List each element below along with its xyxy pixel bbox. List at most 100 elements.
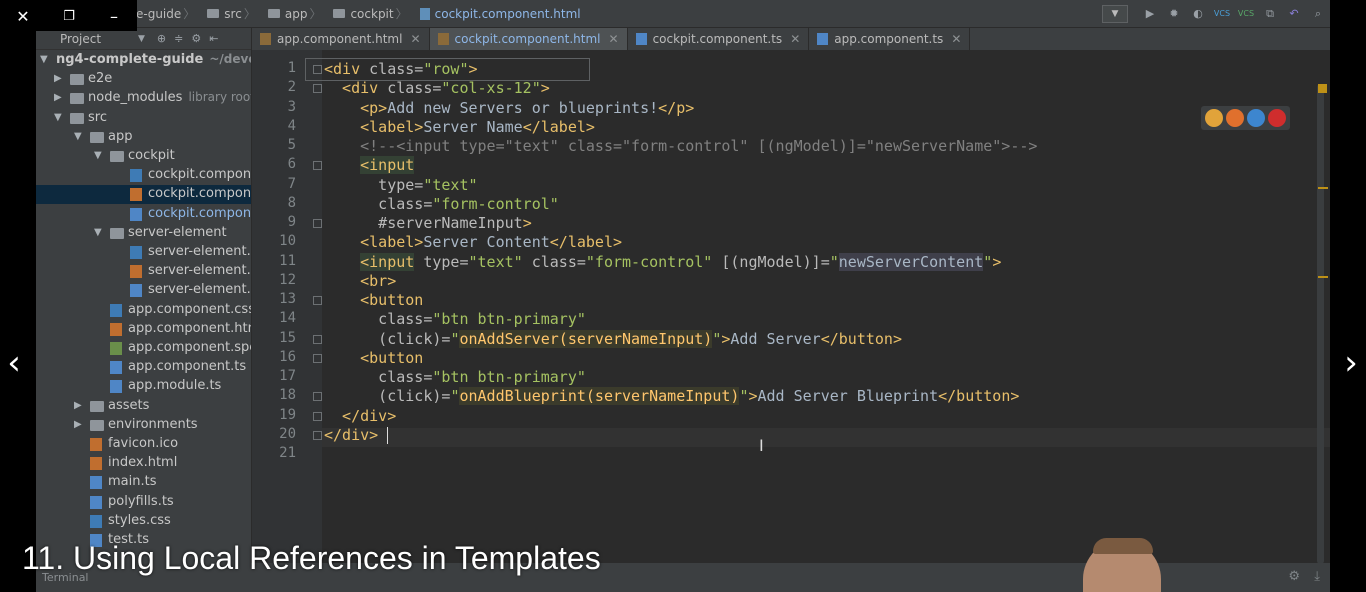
chevron-right-icon[interactable]: ▶ <box>74 400 82 411</box>
code-token: <div <box>324 60 361 78</box>
chevron-down-icon[interactable]: ▼ <box>54 112 62 123</box>
editor-scrollbar[interactable] <box>1317 84 1324 564</box>
fold-marker-icon[interactable] <box>313 84 322 94</box>
scroll-from-source-icon[interactable]: ⊕ <box>157 32 166 45</box>
tree-file[interactable]: cockpit.compone <box>36 205 251 224</box>
tree-folder[interactable]: ▶ assets <box>36 397 251 416</box>
tree-file[interactable]: app.component.css <box>36 301 251 320</box>
inspection-status-icon[interactable] <box>1318 84 1327 93</box>
fold-marker-icon[interactable] <box>313 334 322 344</box>
tree-file[interactable]: index.html <box>36 454 251 473</box>
opera-icon[interactable] <box>1268 109 1286 127</box>
code-token: onAddBlueprint(serverNameInput) <box>459 387 740 406</box>
css-file-icon <box>110 303 122 317</box>
tree-file[interactable]: app.component.htm <box>36 320 251 339</box>
tree-file[interactable]: server-element.c <box>36 262 251 281</box>
fold-marker-icon[interactable] <box>313 411 322 421</box>
search-everywhere-icon[interactable]: ⌕ <box>1309 5 1327 23</box>
collapse-all-icon[interactable]: ≑ <box>174 32 183 45</box>
tree-folder[interactable]: ▶ node_modules library root <box>36 89 251 108</box>
tree-item-label: environments <box>108 416 198 432</box>
firefox-icon[interactable] <box>1226 109 1244 127</box>
close-tab-icon[interactable]: ✕ <box>951 32 961 46</box>
revert-icon[interactable]: ↶ <box>1285 5 1303 23</box>
chevron-down-icon[interactable]: ▼ <box>74 131 82 142</box>
code-line: <label>Server Name</label> <box>324 118 595 137</box>
video-caption: 11. Using Local References in Templates <box>22 540 601 576</box>
folder-icon <box>110 227 124 239</box>
safari-icon[interactable] <box>1247 109 1265 127</box>
tree-folder[interactable]: ▼ src <box>36 109 251 128</box>
breadcrumb-item[interactable]: cockpit 〉 <box>333 5 413 22</box>
vcs-commit-icon[interactable]: VCS <box>1237 5 1255 23</box>
tree-file[interactable]: app.component.spe <box>36 339 251 358</box>
tree-file[interactable]: app.component.ts <box>36 358 251 377</box>
minimize-icon[interactable]: – <box>104 6 124 26</box>
breadcrumb-item[interactable]: src 〉 <box>207 5 262 22</box>
fold-marker-icon[interactable] <box>313 430 322 440</box>
next-arrow-icon[interactable]: › <box>1340 346 1362 380</box>
tree-file[interactable]: server-element.c <box>36 243 251 262</box>
tree-file[interactable]: favicon.ico <box>36 435 251 454</box>
ts-file-icon <box>130 284 142 298</box>
fold-marker-icon[interactable] <box>313 296 322 305</box>
code-token: <!--<input type="text" class="form-contr… <box>324 137 1038 155</box>
tree-file[interactable]: app.module.ts <box>36 377 251 396</box>
close-tab-icon[interactable]: ✕ <box>609 32 619 46</box>
tree-file[interactable]: server-element.c <box>36 281 251 300</box>
chevron-down-icon[interactable]: ▼ <box>94 227 102 238</box>
error-stripe-mark <box>1318 276 1328 278</box>
editor-tab[interactable]: app.component.html ✕ <box>252 28 430 50</box>
tree-item-text: styles.css <box>108 513 171 528</box>
tree-file[interactable]: cockpit.compone <box>36 185 251 205</box>
editor-tab[interactable]: app.component.ts ✕ <box>809 28 971 50</box>
close-tab-icon[interactable]: ✕ <box>790 32 800 46</box>
chevron-right-icon[interactable]: ▶ <box>54 92 62 103</box>
editor-tab[interactable]: cockpit.component.ts ✕ <box>628 28 810 50</box>
tree-folder[interactable]: ▼ app <box>36 128 251 147</box>
tree-folder[interactable]: ▶ environments <box>36 416 251 435</box>
run-icon[interactable]: ▶ <box>1141 5 1159 23</box>
tree-folder[interactable]: ▼ ng4-complete-guide ~/deve <box>36 51 251 70</box>
tree-item-label: server-element.c <box>148 282 251 298</box>
fold-marker-icon[interactable] <box>313 161 322 171</box>
code-token: "text" <box>423 175 478 194</box>
close-icon[interactable]: ✕ <box>13 6 33 26</box>
chevron-down-icon[interactable]: ▼ <box>40 54 48 65</box>
vcs-compare-icon[interactable]: ⧉ <box>1261 5 1279 23</box>
code-token: </div> <box>324 425 379 444</box>
fold-marker-icon[interactable] <box>313 392 322 402</box>
breadcrumb-item[interactable]: cockpit.component.html <box>419 7 581 21</box>
chevron-down-icon[interactable]: ▼ <box>138 34 145 44</box>
tree-file[interactable]: cockpit.compone <box>36 166 251 185</box>
code-editor[interactable]: 1 2 3 4 5 6 7 8 9 10 11 12 13 14 15 16 17 18 19 20 21 <div c… <box>252 50 1330 592</box>
hide-panel-icon[interactable]: ⇤ <box>209 32 218 45</box>
tree-folder[interactable]: ▼ cockpit <box>36 147 251 166</box>
debug-icon[interactable]: ✹ <box>1165 5 1183 23</box>
vcs-update-icon[interactable]: VCS <box>1213 5 1231 23</box>
line-number: 14 <box>279 310 296 327</box>
stop-icon[interactable]: ◐ <box>1189 5 1207 23</box>
editor-tab[interactable]: cockpit.component.html ✕ <box>429 28 628 50</box>
tree-folder[interactable]: ▼ server-element <box>36 224 251 243</box>
run-config-dropdown[interactable]: ▼ <box>1102 4 1128 23</box>
tree-file[interactable]: styles.css <box>36 512 251 531</box>
chevron-right-icon[interactable]: ▶ <box>74 419 82 430</box>
fold-marker-icon[interactable] <box>313 219 322 228</box>
project-panel-title[interactable]: Project <box>60 32 140 46</box>
fold-marker-icon[interactable] <box>313 353 322 363</box>
close-tab-icon[interactable]: ✕ <box>410 32 420 46</box>
chrome-icon[interactable] <box>1205 109 1223 127</box>
hide-icon[interactable]: ⤓ <box>1314 569 1320 584</box>
previous-arrow-icon[interactable]: ‹ <box>3 346 25 380</box>
breadcrumb-item[interactable]: app 〉 <box>267 5 328 22</box>
breadcrumb-item[interactable]: e-guide 〉 <box>136 5 201 22</box>
gear-icon[interactable]: ⚙ <box>191 32 201 45</box>
tree-file[interactable]: main.ts <box>36 473 251 492</box>
tree-file[interactable]: polyfills.ts <box>36 493 251 512</box>
chevron-down-icon[interactable]: ▼ <box>94 150 102 161</box>
restore-icon[interactable]: ❐ <box>59 6 79 26</box>
chevron-right-icon[interactable]: ▶ <box>54 73 62 84</box>
gear-icon[interactable]: ⚙ <box>1288 569 1300 584</box>
tree-folder[interactable]: ▶ e2e <box>36 70 251 89</box>
